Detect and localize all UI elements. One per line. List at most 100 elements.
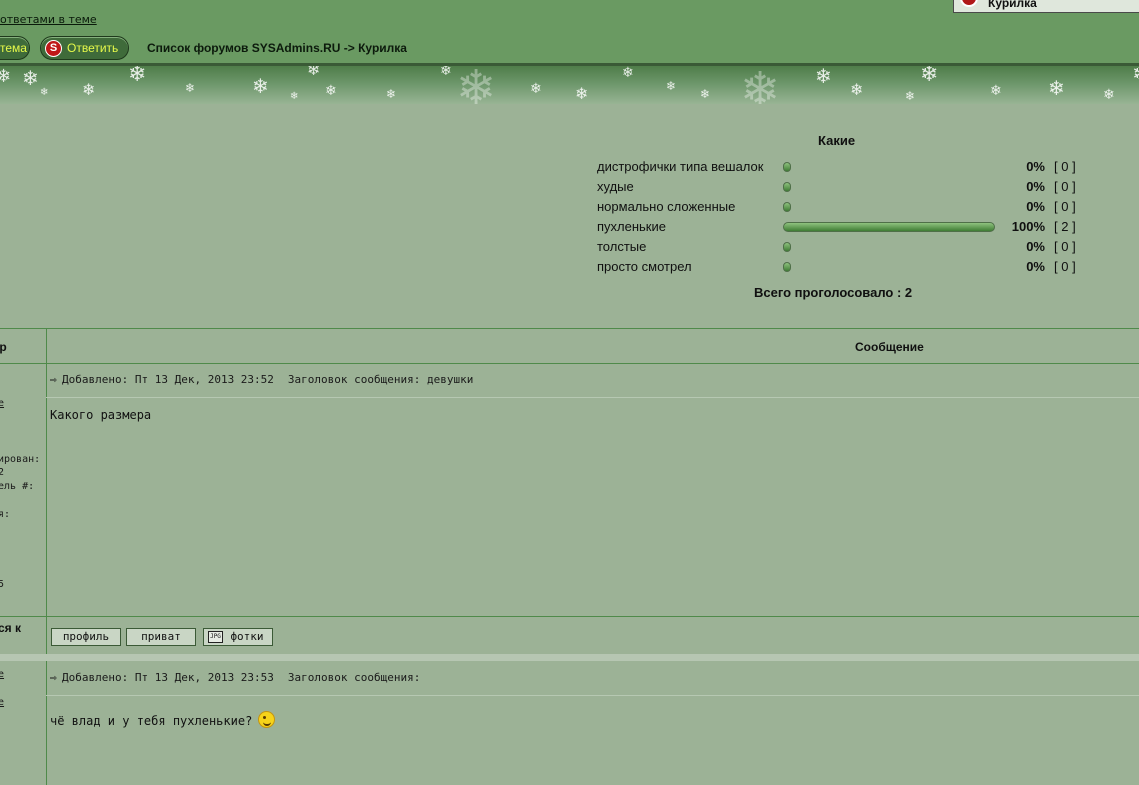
author-sidebar-fragment: е	[0, 669, 5, 680]
post-body: чё влад и у тебя пухленькие?	[50, 711, 276, 728]
post-link-arrow-icon[interactable]: ⇨	[50, 671, 62, 684]
poll-option: толстые 0% [ 0 ]	[597, 239, 1097, 259]
poll-option-percent: 0%	[1026, 179, 1045, 194]
poll-total: Всего проголосовало : 2	[754, 285, 913, 300]
profile-connect-label: ся к	[0, 621, 22, 635]
poll-option-count: [ 0 ]	[1054, 259, 1076, 274]
poll-option-count: [ 0 ]	[1054, 179, 1076, 194]
poll-option-label: толстые	[597, 239, 647, 254]
poll-option-bar	[783, 202, 791, 212]
table-header-border	[0, 363, 1139, 364]
author-sidebar-fragment: ель #:	[0, 481, 35, 492]
breadcrumb[interactable]: Список форумов SYSAdmins.RU -> Курилка	[147, 41, 407, 55]
post-date: Добавлено: Пт 13 Дек, 2013 23:53	[62, 671, 274, 684]
photos-button[interactable]: JPG фотки	[203, 628, 273, 646]
poll-title: Какие	[818, 133, 856, 148]
reply-button[interactable]: S Ответить	[40, 36, 129, 60]
snowflake-decoration: ❄	[440, 66, 452, 79]
snowflake-decoration: ❄	[1103, 87, 1115, 103]
poll-option-bar	[783, 242, 791, 252]
snowflake-decoration: ❄	[905, 89, 916, 103]
poll-option: нормально сложенные 0% [ 0 ]	[597, 199, 1097, 219]
new-topic-label: тема	[0, 41, 27, 55]
snowflake-decoration: ❄	[307, 66, 321, 79]
snowflake-decoration: ❄	[622, 66, 634, 81]
poll-option-percent: 0%	[1026, 199, 1045, 214]
forum-header: ответами в теме тема S Ответить Список ф…	[0, 0, 1139, 66]
poll-option: просто смотрел 0% [ 0 ]	[597, 259, 1097, 279]
poll-option-bar	[783, 262, 791, 272]
poll-option-label: пухленькие	[597, 219, 666, 234]
snowflake-decoration: ❄	[740, 66, 781, 104]
poll-option-label: худые	[597, 179, 634, 194]
post-subject: Заголовок сообщения: девушки	[287, 373, 474, 386]
poll-option-label: дистрофички типа вешалок	[597, 159, 764, 174]
poll-option: пухленькие 100% [ 2 ]	[597, 219, 1097, 239]
poll-option-bar	[783, 222, 995, 232]
poll-option-percent: 0%	[1026, 259, 1045, 274]
profile-button[interactable]: профиль	[51, 628, 121, 646]
forum-jump-icon	[960, 0, 978, 7]
post-date: Добавлено: Пт 13 Дек, 2013 23:52	[62, 373, 274, 386]
snowflake-decoration: ❄	[325, 83, 337, 99]
table-top-border	[0, 328, 1139, 329]
snowflake-decoration: ❄	[290, 91, 299, 102]
poll-option-count: [ 0 ]	[1054, 199, 1076, 214]
poll-option-count: [ 2 ]	[1054, 219, 1076, 234]
author-sidebar-fragment: е	[0, 398, 5, 409]
poll-option-percent: 100%	[1011, 219, 1045, 234]
poll-option: худые 0% [ 0 ]	[597, 179, 1097, 199]
snowflake-banner: ❄ ❄ ❄ ❄ ❄ ❄ ❄ ❄ ❄ ❄ ❄ ❄ ❄ ❄ ❄ ❄ ❄ ❄ ❄ ❄ ❄ ❄ ❄ ❄ ❄ ❄ ❄	[0, 66, 1139, 104]
snowflake-decoration: ❄	[40, 87, 49, 98]
poll-option-bar	[783, 162, 791, 172]
new-topic-button[interactable]: тема	[0, 36, 30, 60]
reply-s-icon: S	[45, 40, 62, 57]
post-separator	[46, 397, 1139, 398]
poll-option-count: [ 0 ]	[1054, 159, 1076, 174]
post-subject: Заголовок сообщения:	[287, 671, 421, 684]
snowflake-decoration: ❄	[252, 74, 269, 98]
snowflake-decoration: ❄	[185, 81, 196, 95]
private-message-button[interactable]: приват	[126, 628, 196, 646]
post-body: Какого размера	[50, 408, 152, 422]
snowflake-decoration: ❄	[575, 84, 589, 103]
snowflake-decoration: ❄	[920, 66, 939, 87]
wink-smiley-icon	[258, 711, 276, 728]
snowflake-decoration: ❄	[530, 81, 542, 97]
author-sidebar-fragment: 2	[0, 467, 5, 478]
column-divider	[46, 661, 47, 785]
author-sidebar-fragment: ирован:	[0, 454, 41, 465]
author-sidebar-fragment: я:	[0, 509, 11, 520]
snowflake-decoration: ❄	[1132, 66, 1139, 86]
topic-replies-link[interactable]: ответами в теме	[0, 13, 97, 26]
post-link-arrow-icon[interactable]: ⇨	[50, 373, 62, 386]
post-separator	[46, 695, 1139, 696]
poll-option-percent: 0%	[1026, 159, 1045, 174]
author-sidebar-fragment: 5	[0, 579, 5, 590]
snowflake-decoration: ❄	[1048, 76, 1065, 100]
poll-option-percent: 0%	[1026, 239, 1045, 254]
snowflake-decoration: ❄	[22, 66, 39, 90]
post-body-text: чё влад и у тебя пухленькие?	[50, 714, 253, 728]
snowflake-decoration: ❄	[990, 83, 1002, 99]
poll-option-label: нормально сложенные	[597, 199, 736, 214]
author-sidebar-fragment: е	[0, 697, 5, 708]
author-column-header: ор	[0, 340, 7, 354]
message-column-header: Сообщение	[855, 340, 924, 354]
post-meta: ⇨ Добавлено: Пт 13 Дек, 2013 23:52 Заголов…	[50, 373, 473, 386]
snowflake-decoration: ❄	[666, 79, 677, 93]
post-footer-border	[0, 616, 1139, 617]
snowflake-decoration: ❄	[815, 66, 832, 88]
poll-option: дистрофички типа вешалок 0% [ 0 ]	[597, 159, 1097, 179]
forum-jump-select[interactable]: Курилка	[953, 0, 1139, 13]
snowflake-decoration: ❄	[850, 80, 864, 99]
photos-label: фотки	[230, 630, 264, 643]
poll-option-count: [ 0 ]	[1054, 239, 1076, 254]
snowflake-decoration: ❄	[82, 80, 96, 99]
snowflake-decoration: ❄	[456, 66, 497, 104]
post-gap	[0, 654, 1139, 661]
column-divider	[46, 328, 47, 654]
photo-icon: JPG	[208, 631, 223, 643]
reply-label: Ответить	[67, 41, 119, 55]
snowflake-decoration: ❄	[386, 87, 397, 101]
